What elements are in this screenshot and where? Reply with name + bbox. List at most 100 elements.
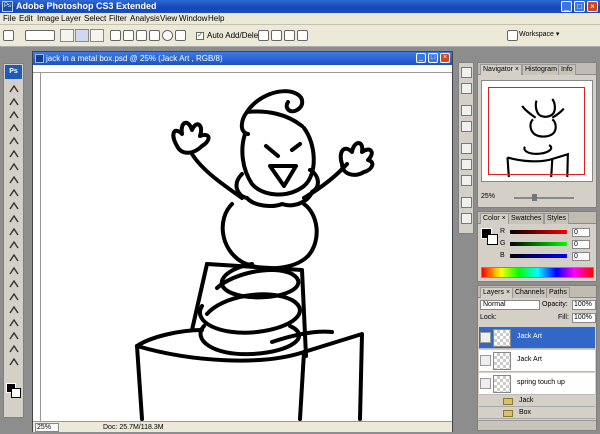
slice-tool-icon[interactable] bbox=[8, 149, 20, 159]
zoom-field[interactable]: 25% bbox=[35, 423, 59, 432]
green-value[interactable]: 0 bbox=[572, 240, 590, 249]
tab-navigator[interactable]: Navigator × bbox=[480, 64, 522, 75]
paths-button[interactable] bbox=[75, 29, 89, 42]
move-tool-icon[interactable] bbox=[8, 84, 20, 94]
paragraph-icon[interactable] bbox=[461, 175, 472, 186]
doc-maximize-button[interactable]: □ bbox=[428, 53, 438, 63]
color-background-swatch[interactable] bbox=[487, 234, 498, 245]
menu-help[interactable]: Help bbox=[208, 14, 224, 24]
path-mode-add-icon[interactable] bbox=[258, 30, 269, 41]
menu-analysis[interactable]: Analysis bbox=[130, 14, 160, 24]
tab-styles[interactable]: Styles bbox=[544, 213, 570, 224]
history-icon[interactable] bbox=[461, 105, 472, 116]
brushes-icon[interactable] bbox=[461, 67, 472, 78]
red-slider[interactable] bbox=[510, 230, 567, 234]
zoom-tool-icon[interactable] bbox=[8, 357, 20, 367]
polygon-icon[interactable] bbox=[175, 30, 186, 41]
marquee-tool-icon[interactable] bbox=[8, 97, 20, 107]
opacity-field[interactable]: 100% bbox=[572, 300, 596, 310]
pen-icon[interactable] bbox=[110, 30, 121, 41]
menu-image[interactable]: Image bbox=[37, 14, 59, 24]
path-selection-tool-icon[interactable] bbox=[8, 292, 20, 302]
horizontal-ruler[interactable] bbox=[33, 65, 452, 73]
type-tool-icon[interactable] bbox=[8, 279, 20, 289]
tab-color[interactable]: Color × bbox=[480, 213, 509, 224]
menu-select[interactable]: Select bbox=[84, 14, 106, 24]
doc-minimize-button[interactable]: _ bbox=[416, 53, 426, 63]
document-size[interactable]: Doc: 25.7M/118.3M bbox=[103, 423, 164, 432]
maximize-button[interactable]: □ bbox=[574, 1, 585, 12]
menu-edit[interactable]: Edit bbox=[19, 14, 33, 24]
tool-preset-dropdown[interactable] bbox=[25, 30, 55, 41]
lasso-tool-icon[interactable] bbox=[8, 110, 20, 120]
background-color-swatch[interactable] bbox=[11, 388, 21, 398]
blend-mode-dropdown[interactable]: Normal bbox=[480, 300, 540, 310]
pen-tool-icon[interactable] bbox=[8, 266, 20, 276]
shape-layers-button[interactable] bbox=[60, 29, 74, 42]
clone-stamp-tool-icon[interactable] bbox=[8, 188, 20, 198]
layer-row-jack-art[interactable]: Jack Art bbox=[479, 350, 595, 372]
menu-layer[interactable]: Layer bbox=[61, 14, 81, 24]
tab-swatches[interactable]: Swatches bbox=[508, 213, 545, 224]
fill-field[interactable]: 100% bbox=[572, 313, 596, 323]
workspace-dropdown[interactable]: Workspace ▾ bbox=[519, 30, 559, 38]
tab-paths[interactable]: Paths bbox=[546, 287, 570, 298]
canvas[interactable] bbox=[42, 74, 452, 421]
brush-tool-icon[interactable] bbox=[8, 175, 20, 185]
character-icon[interactable] bbox=[461, 159, 472, 170]
eraser-tool-icon[interactable] bbox=[8, 214, 20, 224]
brushes-palette-icon[interactable] bbox=[507, 30, 518, 41]
dodge-tool-icon[interactable] bbox=[8, 253, 20, 263]
navigator-preview[interactable] bbox=[481, 80, 593, 182]
navigator-zoom-slider[interactable] bbox=[514, 197, 574, 199]
rounded-rectangle-icon[interactable] bbox=[149, 30, 160, 41]
layer-comps-icon[interactable] bbox=[461, 197, 472, 208]
clone-source-icon[interactable] bbox=[461, 143, 472, 154]
layer-row-jack-art-selected[interactable]: Jack Art bbox=[479, 327, 595, 349]
tab-info[interactable]: Info bbox=[558, 64, 576, 75]
doc-close-button[interactable]: × bbox=[440, 53, 450, 63]
eyedropper-tool-icon[interactable] bbox=[8, 331, 20, 341]
menu-window[interactable]: Window bbox=[179, 14, 207, 24]
menu-view[interactable]: View bbox=[160, 14, 177, 24]
notes-tool-icon[interactable] bbox=[8, 318, 20, 328]
healing-brush-tool-icon[interactable] bbox=[8, 162, 20, 172]
menu-filter[interactable]: Filter bbox=[109, 14, 127, 24]
layer-group-box[interactable]: Box bbox=[479, 408, 595, 419]
rectangle-icon[interactable] bbox=[136, 30, 147, 41]
tab-histogram[interactable]: Histogram bbox=[522, 64, 560, 75]
eye-icon[interactable] bbox=[480, 332, 491, 343]
magic-wand-tool-icon[interactable] bbox=[8, 123, 20, 133]
vertical-ruler[interactable] bbox=[33, 73, 41, 421]
path-mode-exclude-icon[interactable] bbox=[297, 30, 308, 41]
shape-tool-icon[interactable] bbox=[8, 305, 20, 315]
fill-pixels-button[interactable] bbox=[90, 29, 104, 42]
navigator-zoom-value[interactable]: 25% bbox=[481, 193, 495, 200]
gradient-tool-icon[interactable] bbox=[8, 227, 20, 237]
eye-icon[interactable] bbox=[480, 355, 491, 366]
close-button[interactable]: × bbox=[587, 1, 598, 12]
color-spectrum-ramp[interactable] bbox=[481, 267, 594, 278]
path-mode-intersect-icon[interactable] bbox=[284, 30, 295, 41]
navigator-zoom-knob[interactable] bbox=[532, 194, 537, 201]
tool-presets-icon[interactable] bbox=[461, 83, 472, 94]
menu-file[interactable]: File bbox=[3, 14, 16, 24]
eye-icon[interactable] bbox=[480, 378, 491, 389]
tab-layers[interactable]: Layers × bbox=[480, 287, 514, 298]
crop-tool-icon[interactable] bbox=[8, 136, 20, 146]
path-mode-subtract-icon[interactable] bbox=[271, 30, 282, 41]
freeform-pen-icon[interactable] bbox=[123, 30, 134, 41]
ellipse-icon[interactable] bbox=[162, 30, 173, 41]
actions-icon[interactable] bbox=[461, 121, 472, 132]
info-icon[interactable] bbox=[461, 213, 472, 224]
hand-tool-icon[interactable] bbox=[8, 344, 20, 354]
layer-row-spring-touch-up[interactable]: spring touch up bbox=[479, 373, 595, 395]
blur-tool-icon[interactable] bbox=[8, 240, 20, 250]
layer-group-jack[interactable]: Jack bbox=[479, 396, 595, 407]
blue-value[interactable]: 0 bbox=[572, 252, 590, 261]
history-brush-tool-icon[interactable] bbox=[8, 201, 20, 211]
red-value[interactable]: 0 bbox=[572, 228, 590, 237]
navigator-view-box[interactable] bbox=[488, 87, 585, 175]
tab-channels[interactable]: Channels bbox=[512, 287, 548, 298]
pen-tool-icon[interactable] bbox=[3, 30, 14, 41]
